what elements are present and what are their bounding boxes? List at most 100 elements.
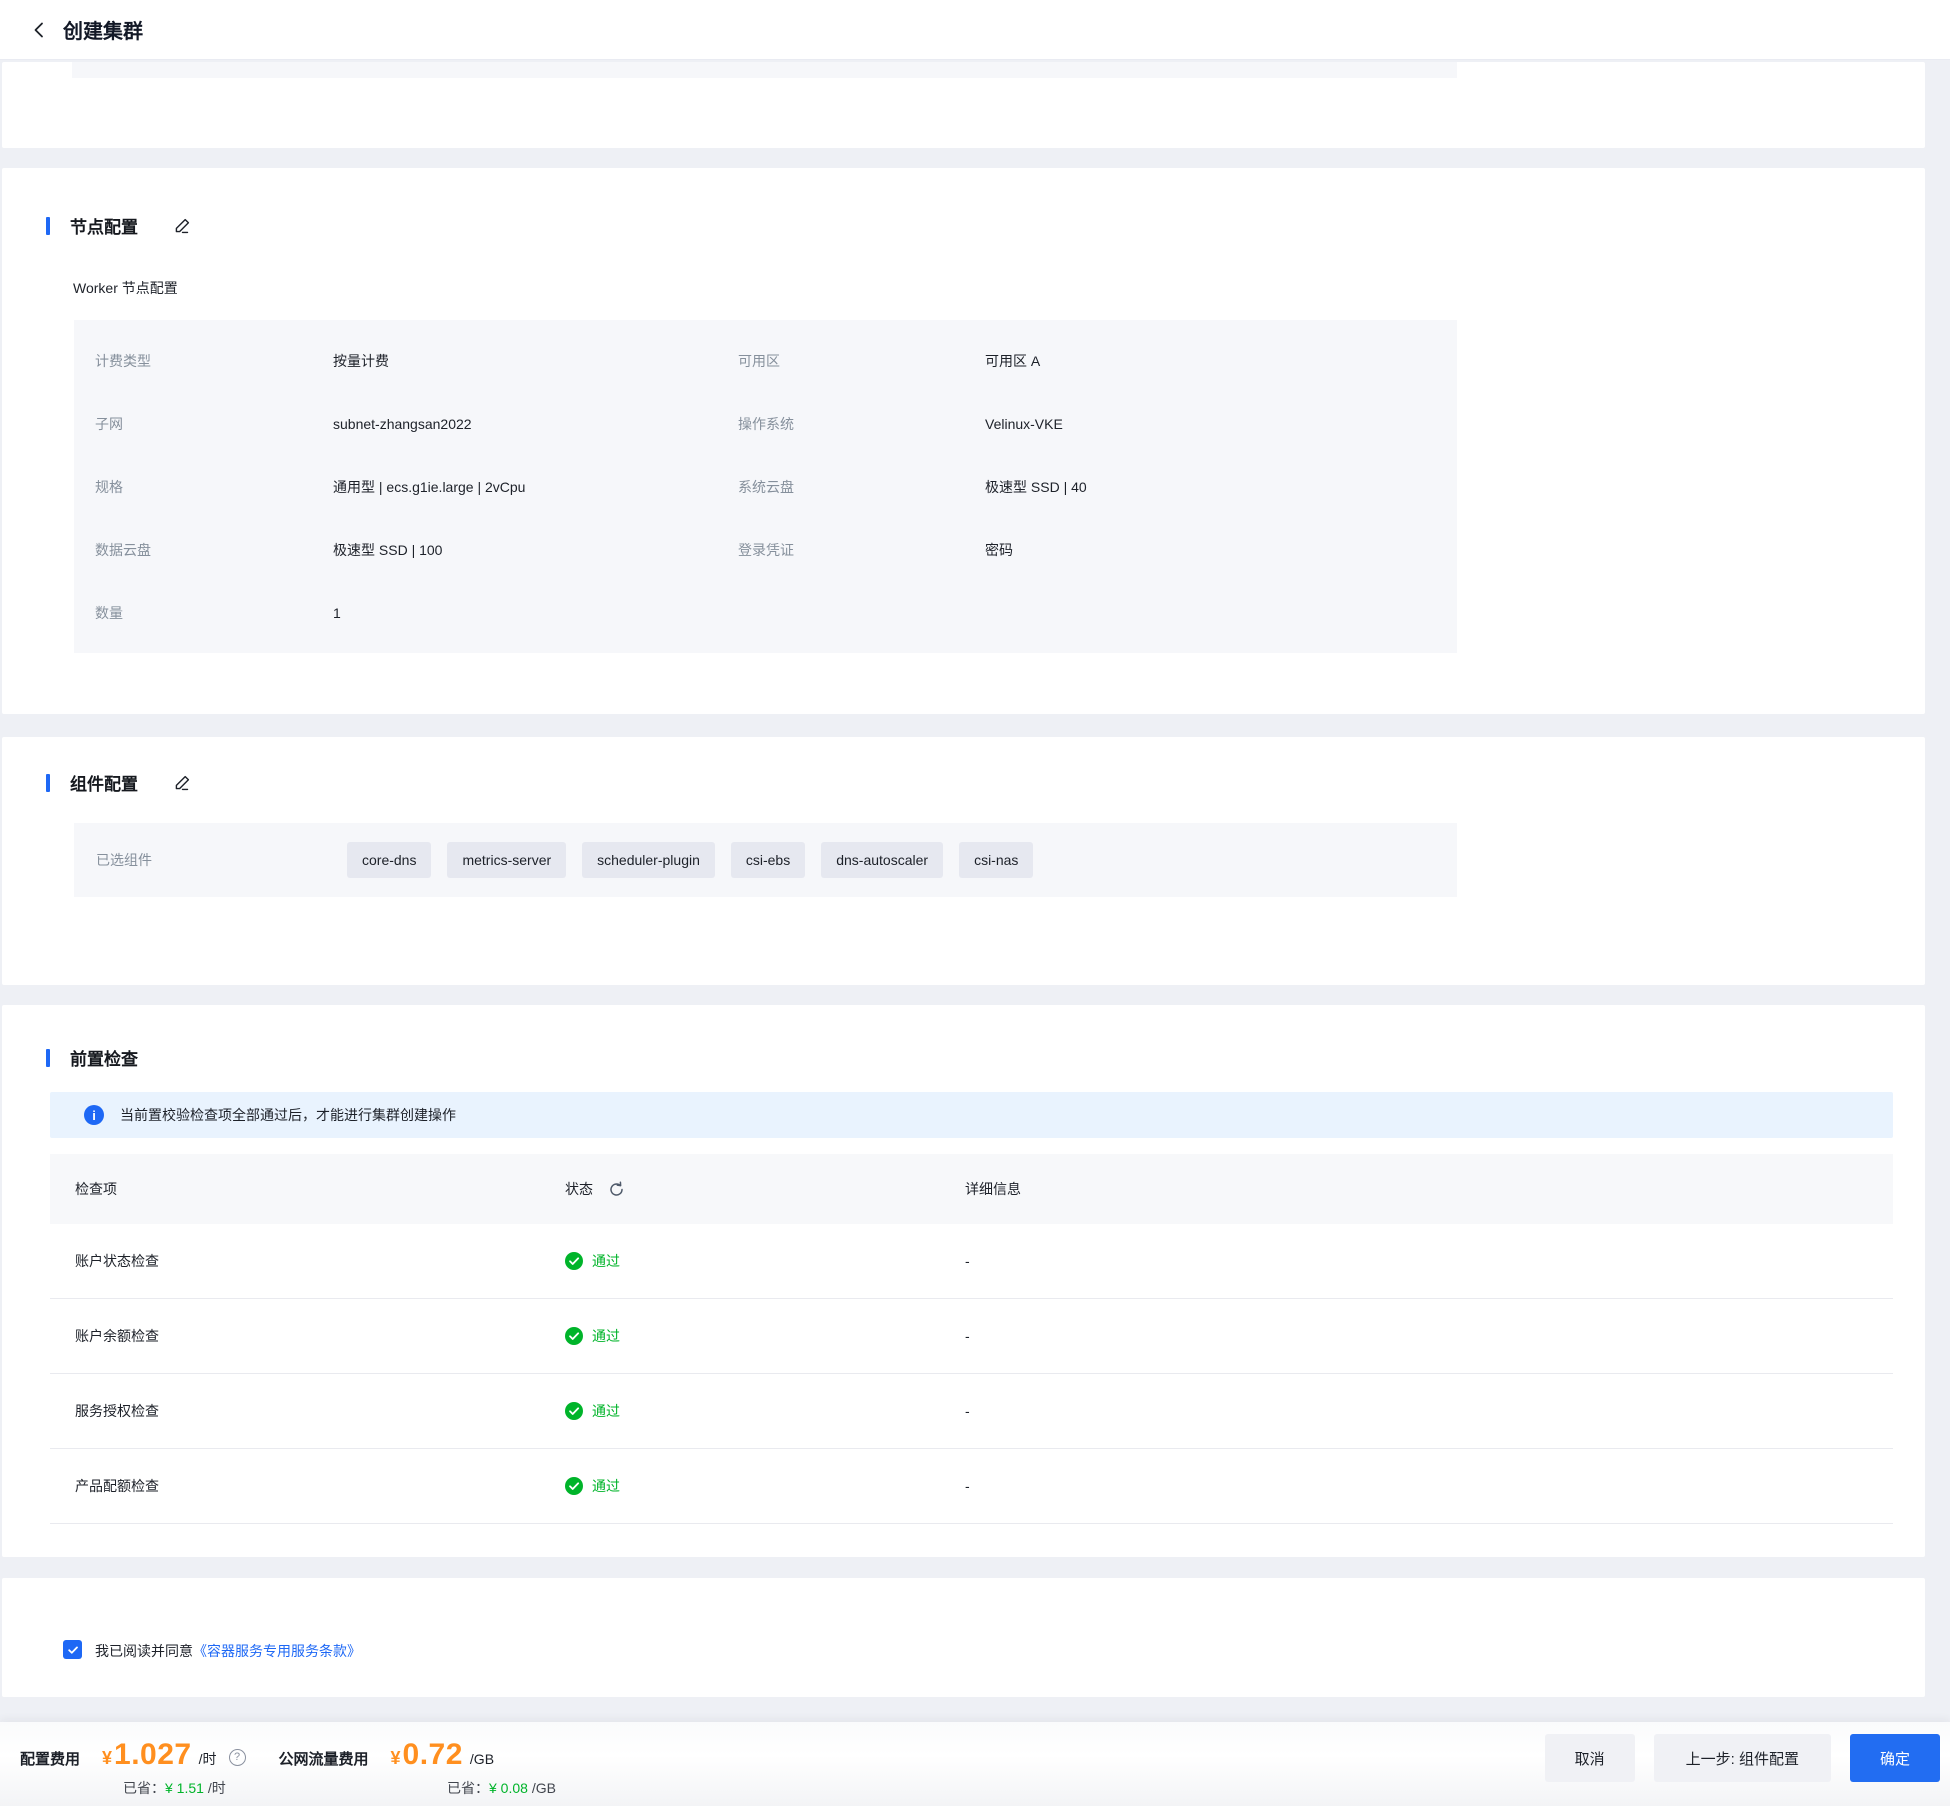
status-pass-label: 通过 xyxy=(592,1476,620,1496)
bottom-action-bar: 配置费用 ¥ 1.027 /时 ? 公网流量费用 ¥ 0.72 /GB 已省：¥… xyxy=(0,1722,1950,1806)
component-config-section: 组件配置 已选组件 core-dns metrics-server schedu… xyxy=(2,737,1925,985)
kv-row: 计费类型 按量计费 可用区 可用区 A xyxy=(74,329,1457,392)
precheck-table: 检查项 状态 详细信息 账户状态检查 通过 - xyxy=(50,1154,1893,1524)
status-column-label: 状态 xyxy=(565,1179,593,1199)
check-item-status: 通过 xyxy=(565,1251,965,1271)
status-pass: 通过 xyxy=(565,1326,620,1346)
check-item-name: 服务授权检查 xyxy=(75,1401,565,1421)
kv-row: 数量 1 xyxy=(74,581,1457,644)
pencil-icon xyxy=(173,217,191,235)
kv-row: 规格 通用型 | ecs.g1ie.large | 2vCpu 系统云盘 极速型… xyxy=(74,455,1457,518)
saved-label: 已省： xyxy=(447,1780,489,1796)
status-pass: 通过 xyxy=(565,1401,620,1421)
kv-value: 密码 xyxy=(985,540,1457,560)
section-accent-bar xyxy=(46,217,50,235)
component-tag-list: core-dns metrics-server scheduler-plugin… xyxy=(347,842,1033,878)
chevron-left-icon xyxy=(31,22,47,38)
check-item-detail: - xyxy=(965,1328,1893,1344)
component-tag: csi-ebs xyxy=(731,842,805,878)
traffic-fee-label: 公网流量费用 xyxy=(279,1748,369,1769)
edit-component-config-button[interactable] xyxy=(172,773,192,793)
kv-value: 通用型 | ecs.g1ie.large | 2vCpu xyxy=(333,477,738,497)
config-fee-saved: 已省：¥ 1.51 /时 xyxy=(123,1778,226,1798)
precheck-row: 产品配额检查 通过 - xyxy=(50,1449,1893,1524)
component-tag: csi-nas xyxy=(959,842,1033,878)
scrolled-panel-stub xyxy=(72,62,1457,78)
fee-summary-row: 配置费用 ¥ 1.027 /时 ? 公网流量费用 ¥ 0.72 /GB xyxy=(20,1738,494,1772)
component-config-header: 组件配置 xyxy=(2,770,1925,795)
config-fee-value: 1.027 xyxy=(114,1738,192,1772)
precheck-header: 前置检查 xyxy=(2,1045,1925,1070)
traffic-fee-currency: ¥ xyxy=(391,1748,401,1769)
config-fee-label: 配置费用 xyxy=(20,1748,80,1769)
previous-step-button[interactable]: 上一步: 组件配置 xyxy=(1654,1734,1831,1782)
traffic-fee-saved: 已省：¥ 0.08 /GB xyxy=(447,1778,556,1798)
saved-unit: /GB xyxy=(532,1780,556,1796)
status-pass: 通过 xyxy=(565,1476,620,1496)
kv-value: 1 xyxy=(333,605,738,621)
kv-label: 可用区 xyxy=(738,351,985,371)
cancel-button[interactable]: 取消 xyxy=(1545,1734,1635,1782)
precheck-info-banner: i 当前置校验检查项全部通过后，才能进行集群创建操作 xyxy=(50,1092,1893,1138)
config-fee-unit: /时 xyxy=(199,1749,217,1769)
kv-value: subnet-zhangsan2022 xyxy=(333,416,738,432)
kv-value: 极速型 SSD | 100 xyxy=(333,540,738,560)
component-tag: core-dns xyxy=(347,842,431,878)
selected-components-label: 已选组件 xyxy=(96,850,347,870)
check-circle-icon xyxy=(565,1327,583,1345)
check-item-name: 产品配额检查 xyxy=(75,1476,565,1496)
check-circle-icon xyxy=(565,1402,583,1420)
kv-row: 子网 subnet-zhangsan2022 操作系统 Velinux-VKE xyxy=(74,392,1457,455)
terms-link[interactable]: 《容器服务专用服务条款》 xyxy=(193,1641,361,1661)
column-header-name: 检查项 xyxy=(75,1179,565,1199)
kv-label: 规格 xyxy=(95,477,333,497)
check-item-status: 通过 xyxy=(565,1476,965,1496)
precheck-row: 账户余额检查 通过 - xyxy=(50,1299,1893,1374)
kv-value: 极速型 SSD | 40 xyxy=(985,477,1457,497)
kv-label: 系统云盘 xyxy=(738,477,985,497)
kv-value: Velinux-VKE xyxy=(985,416,1457,432)
kv-label: 子网 xyxy=(95,414,333,434)
confirm-button[interactable]: 确定 xyxy=(1850,1734,1940,1782)
node-config-title: 节点配置 xyxy=(70,213,138,238)
kv-label: 计费类型 xyxy=(95,351,333,371)
kv-label: 操作系统 xyxy=(738,414,985,434)
component-tag: metrics-server xyxy=(447,842,566,878)
kv-value: 按量计费 xyxy=(333,351,738,371)
worker-node-subtitle: Worker 节点配置 xyxy=(73,278,1925,298)
kv-label: 登录凭证 xyxy=(738,540,985,560)
page-title: 创建集群 xyxy=(63,15,143,44)
traffic-fee-value: 0.72 xyxy=(403,1738,463,1772)
terms-checkbox[interactable] xyxy=(63,1640,82,1659)
saved-unit: /时 xyxy=(208,1780,226,1796)
kv-value: 可用区 A xyxy=(985,351,1457,371)
selected-components-panel: 已选组件 core-dns metrics-server scheduler-p… xyxy=(74,823,1457,897)
status-pass-label: 通过 xyxy=(592,1401,620,1421)
top-bar: 创建集群 xyxy=(0,0,1950,60)
section-accent-bar xyxy=(46,1049,50,1067)
check-item-status: 通过 xyxy=(565,1401,965,1421)
precheck-notice: 当前置校验检查项全部通过后，才能进行集群创建操作 xyxy=(120,1105,456,1125)
precheck-section: 前置检查 i 当前置校验检查项全部通过后，才能进行集群创建操作 检查项 状态 详… xyxy=(2,1005,1925,1557)
scrolled-card-remnant xyxy=(2,62,1925,148)
column-header-status: 状态 xyxy=(565,1179,965,1199)
footer-buttons: 取消 上一步: 组件配置 确定 xyxy=(1545,1734,1940,1782)
pencil-icon xyxy=(173,774,191,792)
kv-label: 数据云盘 xyxy=(95,540,333,560)
saved-label: 已省： xyxy=(123,1780,165,1796)
precheck-row: 服务授权检查 通过 - xyxy=(50,1374,1893,1449)
check-item-name: 账户状态检查 xyxy=(75,1251,565,1271)
question-circle-icon[interactable]: ? xyxy=(229,1749,246,1766)
check-circle-icon xyxy=(565,1252,583,1270)
info-icon: i xyxy=(84,1105,104,1125)
status-pass-label: 通过 xyxy=(592,1326,620,1346)
node-config-section: 节点配置 Worker 节点配置 计费类型 按量计费 可用区 可用区 A 子网 … xyxy=(2,168,1925,714)
precheck-title: 前置检查 xyxy=(70,1045,138,1070)
status-pass-label: 通过 xyxy=(592,1251,620,1271)
checkbox-check-icon xyxy=(67,1644,79,1656)
kv-label: 数量 xyxy=(95,603,333,623)
refresh-status-button[interactable] xyxy=(607,1180,625,1198)
edit-node-config-button[interactable] xyxy=(172,216,192,236)
back-button[interactable] xyxy=(28,19,50,41)
precheck-table-header: 检查项 状态 详细信息 xyxy=(50,1154,1893,1224)
